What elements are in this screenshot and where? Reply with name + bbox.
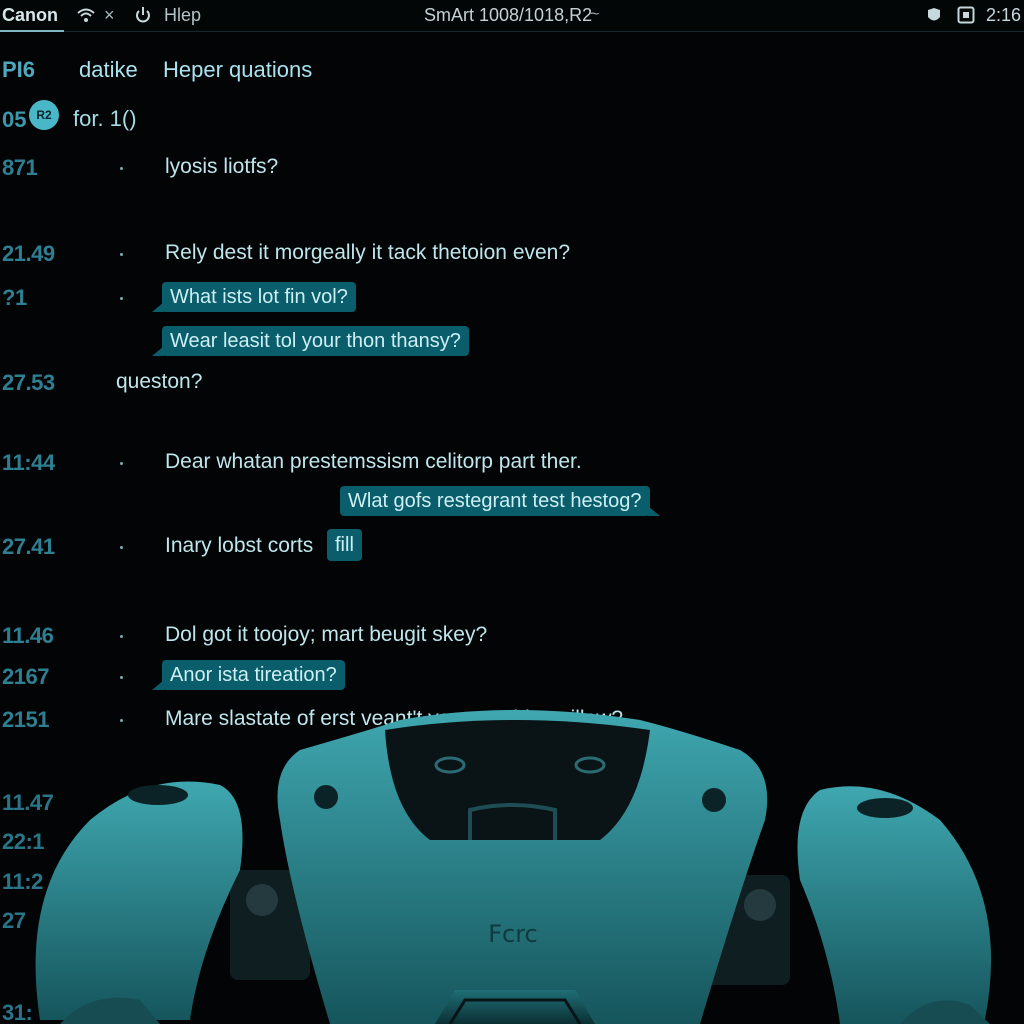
row-dot <box>120 167 123 170</box>
power-icon[interactable] <box>134 5 152 25</box>
timestamp: 31: <box>2 1000 33 1024</box>
timestamp: 11:44 <box>2 450 55 475</box>
frame-icon[interactable] <box>957 6 975 24</box>
header-col-date[interactable]: datike <box>79 57 138 83</box>
message-text[interactable]: Dol got it toojoy; mart beugit skey? <box>165 623 487 647</box>
message-text[interactable]: queston? <box>116 370 202 394</box>
help-menu[interactable]: Hlep <box>164 5 201 26</box>
message-text[interactable]: Inary lobst corts <box>165 534 313 558</box>
timestamp: 11:2 <box>2 869 43 894</box>
timestamp: ?1 <box>2 285 27 310</box>
reply-bubble[interactable]: Anor ista tireation? <box>152 660 345 690</box>
reply-bubble[interactable]: Wlat gofs restegrant test hestog? <box>340 486 659 516</box>
header-col-questions[interactable]: Heper quations <box>163 57 312 83</box>
timestamp: 21.49 <box>2 241 55 266</box>
message-text[interactable]: Rely dest it morgeally it tack thetoion … <box>165 241 570 265</box>
window-title: SmArt 1008/1018,R2 <box>424 5 593 25</box>
clock: 2:16 <box>986 5 1022 25</box>
reply-bubble[interactable]: Wear leasit tol your thon thansy? <box>152 326 469 356</box>
wave-icon: ~ <box>590 6 600 23</box>
sub-number: 05 <box>2 107 27 132</box>
row-dot <box>120 676 123 679</box>
row-dot <box>120 297 123 300</box>
reply-bubble[interactable]: What ists lot fin vol? <box>152 282 356 312</box>
timestamp: 871 <box>2 155 38 180</box>
header-col-id: PI6 <box>2 57 36 82</box>
timestamp: 27.53 <box>2 370 55 395</box>
robot-illustration: Fcrc <box>35 710 992 1024</box>
sub-label: for. 1() <box>73 106 137 131</box>
timestamp: 22:1 <box>2 829 45 854</box>
active-tab-indicator <box>0 30 64 32</box>
timestamp: 11.47 <box>2 790 54 815</box>
wifi-icon[interactable] <box>76 5 96 25</box>
timestamp: 2167 <box>2 664 49 689</box>
row-dot <box>120 253 123 256</box>
row-dot <box>120 546 123 549</box>
timestamp: 27 <box>2 908 26 933</box>
timestamp: 27.41 <box>2 534 55 559</box>
avatar[interactable]: R2 <box>29 100 59 130</box>
message-text[interactable]: lyosis liotfs? <box>165 155 278 179</box>
timestamp: 11.46 <box>2 623 54 648</box>
app-name[interactable]: Canon <box>2 5 58 26</box>
row-dot <box>120 462 123 465</box>
row-dot <box>120 635 123 638</box>
title-bar: Canon × Hlep SmArt 1008/1018,R2 ~ 2:16 <box>0 0 1024 32</box>
shield-icon[interactable] <box>925 7 943 25</box>
fill-button[interactable]: fill <box>327 529 362 561</box>
message-text[interactable]: Dear whatan prestemssism celitorp part t… <box>165 450 582 474</box>
close-icon[interactable]: × <box>104 5 115 26</box>
robot-logo: Fcrc <box>488 920 538 948</box>
